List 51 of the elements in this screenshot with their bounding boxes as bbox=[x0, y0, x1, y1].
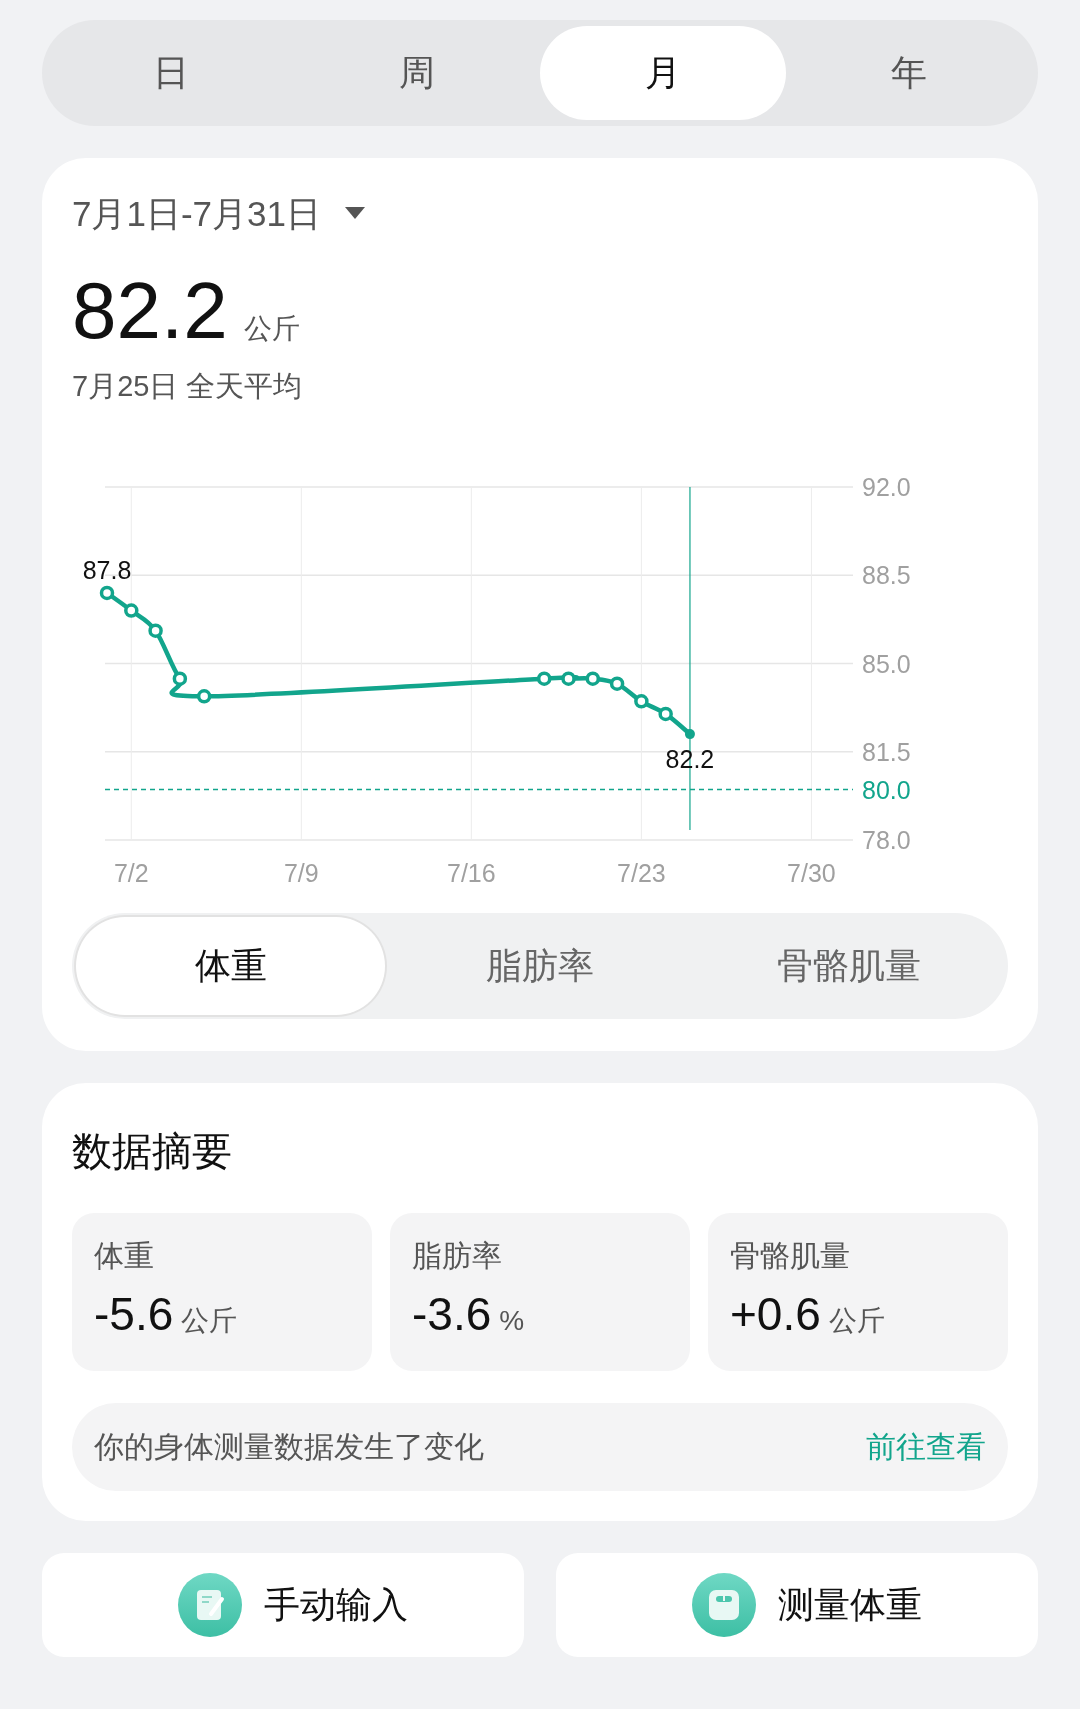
metric-tab[interactable]: 体重 bbox=[76, 916, 386, 1015]
weight-value: 82.2 bbox=[72, 271, 228, 351]
y-axis-label: 92.0 bbox=[862, 472, 911, 501]
stat-unit: 公斤 bbox=[828, 1303, 885, 1338]
period-tab[interactable]: 月 bbox=[540, 26, 786, 120]
manual-entry-button[interactable]: 手动输入 bbox=[42, 1552, 524, 1657]
notice-text: 你的身体测量数据发生了变化 bbox=[94, 1429, 484, 1465]
y-axis-label: 88.5 bbox=[862, 560, 911, 589]
stat-label: 骨骼肌量 bbox=[730, 1237, 850, 1274]
x-axis-label: 7/2 bbox=[113, 858, 149, 887]
data-point bbox=[585, 670, 601, 686]
data-point bbox=[148, 622, 163, 638]
period-tab[interactable]: 年 bbox=[786, 26, 1032, 120]
data-point bbox=[124, 602, 139, 618]
stat-value: -5.6 bbox=[94, 1286, 174, 1342]
data-point bbox=[684, 728, 695, 739]
section-title: 数据摘要 bbox=[72, 1127, 232, 1175]
y-axis-label: 78.0 bbox=[862, 825, 911, 854]
stat-unit: 公斤 bbox=[181, 1303, 238, 1338]
period-tab[interactable]: 周 bbox=[294, 26, 540, 120]
data-point bbox=[196, 688, 212, 704]
stat-unit: % bbox=[499, 1303, 525, 1338]
measure-weight-button[interactable]: 测量体重 bbox=[556, 1552, 1038, 1657]
x-axis-label: 7/23 bbox=[617, 858, 666, 887]
stat-label: 体重 bbox=[94, 1237, 154, 1274]
stat-value: +0.6 bbox=[730, 1286, 821, 1342]
metric-tab[interactable]: 脂肪率 bbox=[385, 916, 695, 1015]
y-axis-label: 81.5 bbox=[862, 737, 911, 766]
stat-label: 脂肪率 bbox=[412, 1237, 502, 1274]
data-point bbox=[172, 670, 188, 686]
period-tab[interactable]: 日 bbox=[48, 26, 294, 120]
point-label: 87.8 bbox=[82, 555, 132, 584]
date-range-selector[interactable]: 7月1日-7月31日 bbox=[72, 196, 365, 231]
y-axis-label: 85.0 bbox=[862, 649, 911, 677]
data-point bbox=[536, 670, 552, 686]
data-point bbox=[561, 670, 576, 686]
weight-unit: 公斤 bbox=[243, 312, 300, 346]
data-point bbox=[658, 706, 673, 721]
data-point bbox=[634, 693, 649, 709]
note-icon bbox=[178, 1572, 242, 1637]
scale-icon bbox=[692, 1572, 756, 1637]
x-axis-label: 7/16 bbox=[447, 858, 496, 887]
goal-label: 80.0 bbox=[862, 775, 911, 804]
data-point bbox=[609, 675, 625, 691]
stat-value: -3.6 bbox=[412, 1286, 492, 1342]
data-point bbox=[99, 585, 115, 600]
x-axis-label: 7/30 bbox=[787, 858, 836, 887]
dropdown-caret-icon bbox=[345, 206, 365, 221]
reading-caption: 7月25日 全天平均 bbox=[72, 369, 303, 404]
metric-tab[interactable]: 骨骼肌量 bbox=[694, 916, 1004, 1015]
x-axis-label: 7/9 bbox=[283, 858, 319, 887]
